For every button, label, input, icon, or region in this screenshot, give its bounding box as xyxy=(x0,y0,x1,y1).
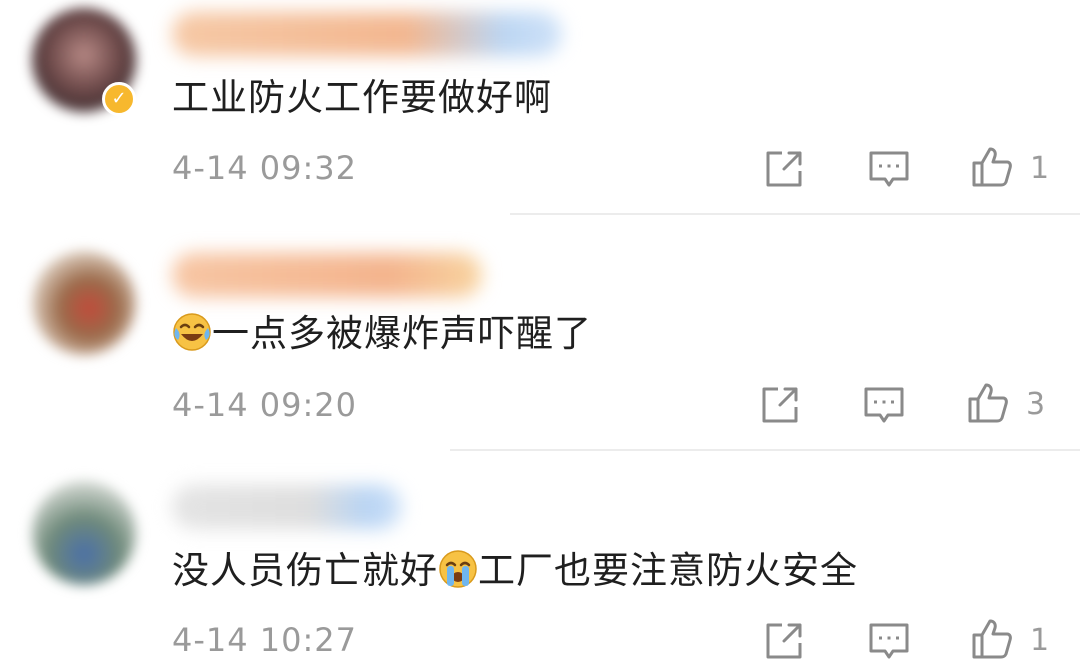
like-count: 3 xyxy=(1026,387,1046,422)
like-count: 1 xyxy=(1030,623,1050,658)
thumbs-up-icon[interactable] xyxy=(966,381,1010,425)
comment-text: 一点多被爆炸声吓醒了 xyxy=(172,311,592,357)
username[interactable] xyxy=(172,253,482,297)
comment-item: 一点多被爆炸声吓醒了 4-14 09:20 3 xyxy=(0,215,1080,450)
timestamp: 4-14 10:27 xyxy=(172,621,358,659)
comment-bubble-icon[interactable] xyxy=(867,619,911,663)
thumbs-up-icon[interactable] xyxy=(970,617,1014,661)
share-square-icon[interactable] xyxy=(762,619,806,663)
timestamp: 4-14 09:32 xyxy=(172,149,358,187)
share-square-icon[interactable] xyxy=(758,383,802,427)
comment-bubble-icon[interactable] xyxy=(867,147,911,191)
comment-text-part: 工厂也要注意防火安全 xyxy=(478,549,858,592)
crying-emoji-icon xyxy=(439,550,477,588)
verified-badge-icon: ✓ xyxy=(102,82,136,116)
laugh-cry-emoji-icon xyxy=(173,313,211,351)
username[interactable] xyxy=(172,12,562,56)
thumbs-up-icon[interactable] xyxy=(970,145,1014,189)
comment-text-part: 没人员伤亡就好 xyxy=(172,549,438,592)
comment-item: 没人员伤亡就好 工厂也要注意防火安全 4-14 10:27 1 xyxy=(0,451,1080,671)
comment-text: 工业防火工作要做好啊 xyxy=(172,76,552,119)
comment-text: 没人员伤亡就好 工厂也要注意防火安全 xyxy=(172,548,858,594)
avatar[interactable] xyxy=(32,481,136,585)
like-count: 1 xyxy=(1030,151,1050,186)
username[interactable] xyxy=(172,485,402,529)
comment-text-body: 一点多被爆炸声吓醒了 xyxy=(212,312,592,355)
avatar[interactable] xyxy=(32,251,136,355)
timestamp: 4-14 09:20 xyxy=(172,386,358,424)
comment-item: ✓ 工业防火工作要做好啊 4-14 09:32 1 xyxy=(0,0,1080,214)
share-square-icon[interactable] xyxy=(762,147,806,191)
comment-bubble-icon[interactable] xyxy=(862,383,906,427)
